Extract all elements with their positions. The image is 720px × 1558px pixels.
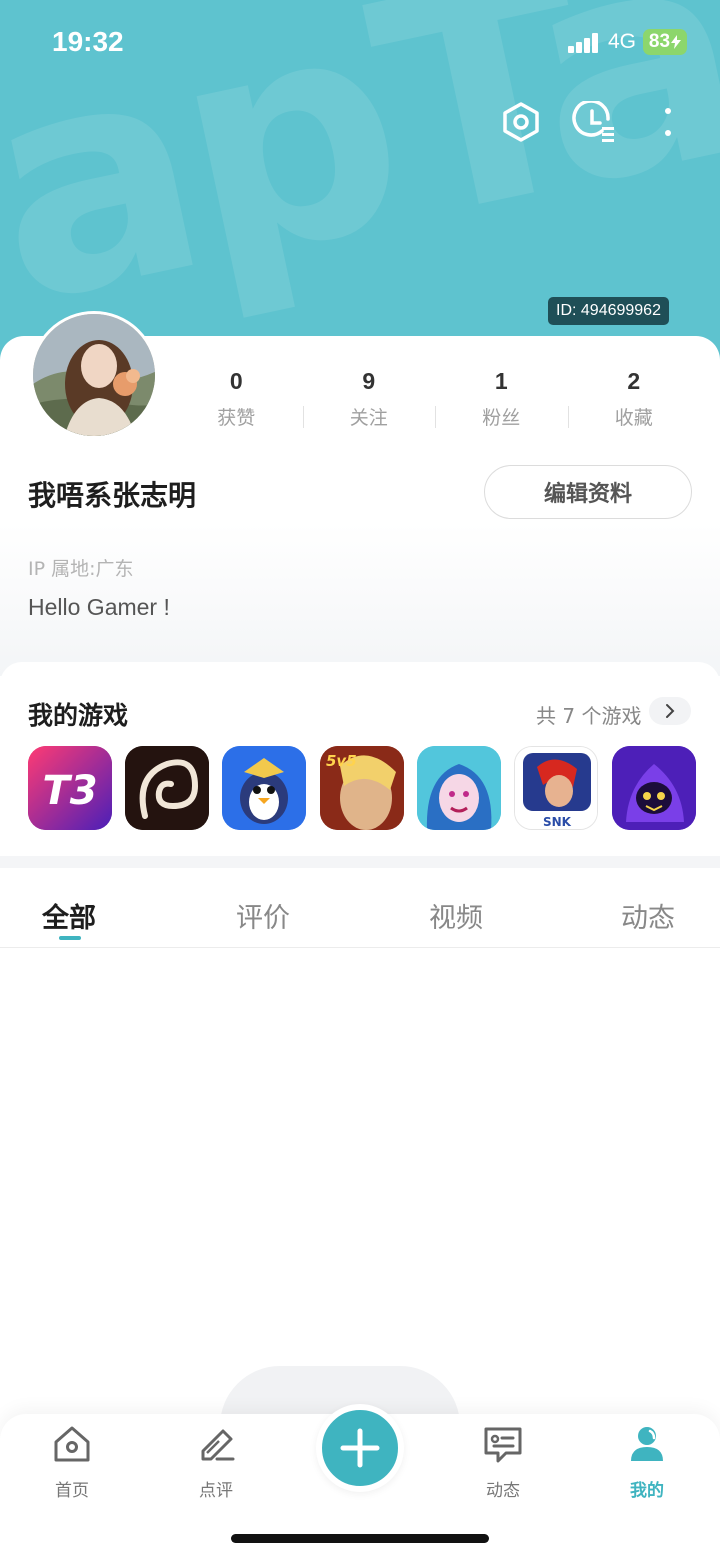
avatar[interactable] [30, 311, 158, 439]
content-tabs: 全部 评价 视频 动态 [0, 868, 720, 948]
home-icon [50, 1422, 94, 1466]
bio: Hello Gamer ! [28, 594, 170, 620]
tab-moments[interactable]: 动态 [621, 896, 675, 935]
status-time: 19:32 [52, 26, 124, 57]
signal-icon [568, 33, 600, 53]
stat-label: 收藏 [614, 407, 653, 429]
username: 我唔系张志明 [28, 479, 197, 512]
nav-label: 首页 [55, 1481, 89, 1501]
stat-label: 关注 [349, 407, 388, 429]
profile-stats: 0 获赞 9 关注 1 粉丝 2 收藏 [170, 364, 700, 434]
stat-value: 1 [494, 368, 508, 394]
home-indicator [231, 1534, 489, 1543]
nav-me[interactable]: 我的 [602, 1422, 692, 1501]
my-games-title: 我的游戏 [28, 701, 129, 730]
nav-label: 点评 [199, 1481, 233, 1501]
stat-following[interactable]: 9 关注 [302, 364, 436, 434]
tab-active-indicator [59, 936, 81, 940]
stat-value: 0 [229, 368, 243, 394]
game-icon-honor-of-kings[interactable]: 5v5 [320, 746, 404, 830]
nav-label: 动态 [486, 1481, 520, 1501]
user-icon [625, 1422, 669, 1466]
game-icon-tag: SNK [543, 815, 572, 829]
stat-value: 2 [627, 368, 641, 394]
game-icon-swirl[interactable] [125, 746, 209, 830]
battery-level: 83 [648, 31, 671, 52]
plus-icon [340, 1428, 380, 1468]
game-icon-snk[interactable]: SNK [514, 746, 598, 830]
game-list: T3 5v5 SNK [28, 746, 708, 830]
stat-label: 粉丝 [482, 407, 521, 429]
section-divider [0, 856, 720, 868]
status-bar: 19:32 4G 83 [0, 0, 720, 88]
stat-followers[interactable]: 1 粉丝 [435, 364, 568, 434]
stat-value: 9 [362, 368, 376, 394]
games-count[interactable]: 共 7 个游戏 [536, 700, 641, 729]
tab-videos[interactable]: 视频 [429, 896, 483, 935]
network-type: 4G [608, 30, 637, 53]
tab-reviews[interactable]: 评价 [236, 896, 290, 935]
settings-icon[interactable] [499, 100, 543, 144]
game-icon-jinx[interactable] [417, 746, 501, 830]
game-icon-tag: 5v5 [326, 752, 357, 770]
edit-icon [194, 1422, 238, 1466]
user-id-badge: ID: 494699962 [548, 297, 669, 325]
nav-home[interactable]: 首页 [27, 1422, 117, 1501]
stat-favorites[interactable]: 2 收藏 [567, 364, 701, 434]
tab-all[interactable]: 全部 [42, 896, 96, 935]
nav-moments[interactable]: 动态 [458, 1422, 548, 1501]
create-post-button[interactable] [316, 1404, 404, 1492]
message-icon [481, 1422, 525, 1466]
chevron-right-icon[interactable] [649, 697, 691, 725]
ip-location: IP 属地:广东 [28, 558, 134, 580]
stat-likes[interactable]: 0 获赞 [170, 364, 303, 434]
battery-icon: 83 [643, 29, 687, 55]
game-icon-wizard[interactable] [612, 746, 696, 830]
nav-label: 我的 [630, 1481, 664, 1501]
game-icon-t3[interactable]: T3 [28, 746, 112, 830]
game-icon-penguin[interactable] [222, 746, 306, 830]
history-icon[interactable] [572, 100, 616, 144]
edit-profile-button[interactable]: 编辑资料 [484, 465, 692, 519]
more-icon[interactable] [646, 100, 690, 144]
nav-reviews[interactable]: 点评 [171, 1422, 261, 1501]
stat-label: 获赞 [217, 407, 256, 429]
game-icon-label: T3 [42, 768, 97, 814]
